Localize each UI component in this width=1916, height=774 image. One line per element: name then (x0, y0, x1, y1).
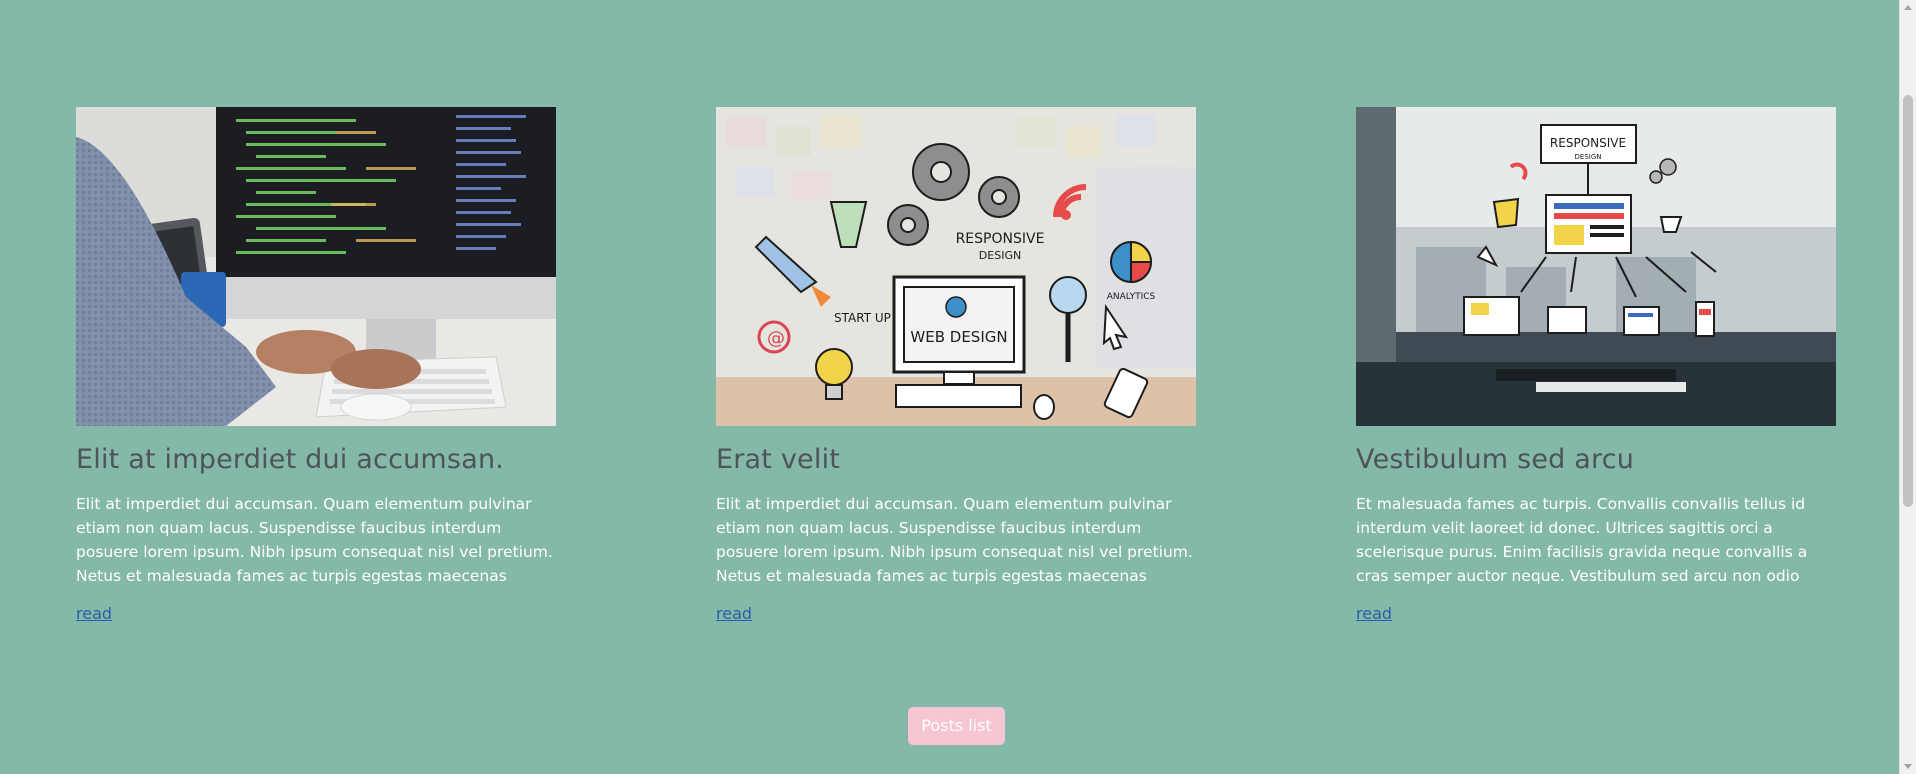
responsive-design-photo: RESPONSIVE DESIGN (1356, 107, 1836, 426)
analytics-text: ANALYTICS (1107, 292, 1156, 302)
page: Elit at imperdiet dui accumsan. Elit at … (0, 0, 1900, 774)
design-text: DESIGN (1575, 153, 1602, 161)
post-title: Elit at imperdiet dui accumsan. (76, 444, 505, 475)
post-title: Erat velit (716, 444, 841, 475)
web-design-illustration: RESPONSIVE DESIGN WEB DESIGN START UP @ … (716, 107, 1196, 426)
post-card: Elit at imperdiet dui accumsan. Elit at … (76, 107, 556, 623)
svg-text:@: @ (767, 328, 785, 349)
post-excerpt: Elit at imperdiet dui accumsan. Quam ele… (716, 495, 1193, 585)
responsive-text: RESPONSIVE (956, 231, 1045, 247)
coding-photo (76, 107, 556, 426)
post-title: Vestibulum sed arcu (1356, 444, 1635, 475)
read-link[interactable]: read (1356, 604, 1392, 623)
vertical-scrollbar[interactable] (1899, 0, 1916, 774)
post-excerpt: Elit at imperdiet dui accumsan. Quam ele… (76, 495, 553, 585)
post-card: RESPONSIVE DESIGN WEB DESIGN START UP @ … (716, 107, 1196, 623)
post-card: RESPONSIVE DESIGN Vestibulum sed arcu Et… (1356, 107, 1836, 623)
scrollbar-thumb[interactable] (1903, 95, 1913, 507)
start-up-text: START UP (834, 311, 891, 325)
post-image[interactable]: RESPONSIVE DESIGN WEB DESIGN START UP @ … (716, 107, 1196, 426)
web-design-text: WEB DESIGN (910, 328, 1007, 346)
responsive-text: RESPONSIVE (1550, 136, 1626, 150)
scroll-up-icon[interactable] (1900, 0, 1916, 16)
posts-list-button[interactable]: Posts list (908, 707, 1005, 745)
read-link[interactable]: read (716, 604, 752, 623)
design-text: DESIGN (979, 249, 1021, 262)
post-grid: Elit at imperdiet dui accumsan. Elit at … (76, 107, 1836, 623)
post-image[interactable] (76, 107, 556, 426)
scroll-down-icon[interactable] (1900, 758, 1916, 774)
post-excerpt: Et malesuada fames ac turpis. Convallis … (1356, 495, 1808, 585)
post-image[interactable]: RESPONSIVE DESIGN (1356, 107, 1836, 426)
read-link[interactable]: read (76, 604, 112, 623)
